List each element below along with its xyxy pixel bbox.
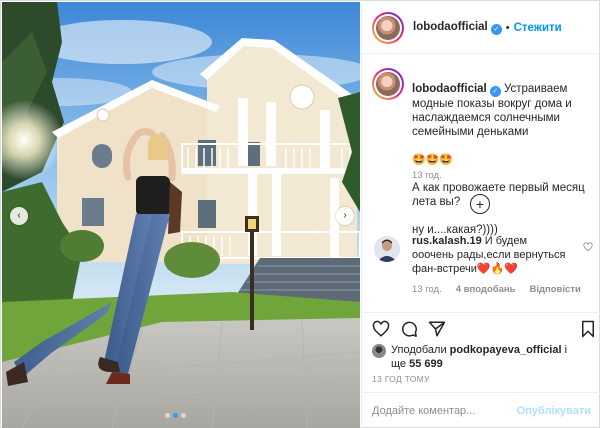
bookmark-icon[interactable] (579, 320, 597, 338)
post-photo[interactable]: ‹ › (2, 2, 360, 428)
carousel-indicator (165, 413, 186, 418)
likes-text: Уподобали podkopayeva_official і ще 55 6… (391, 343, 567, 371)
author-username[interactable]: lobodaofficial ✓ (413, 21, 502, 35)
post-actions (372, 320, 597, 340)
caption-line-2: А как провожаете первый месяц лета вы? (412, 182, 585, 208)
caption-emojis: 🤩🤩🤩 (412, 154, 454, 166)
carousel-dot-active (173, 413, 178, 418)
reply-button[interactable]: Відповісти (529, 284, 580, 295)
likes-summary: Уподобали podkopayeva_official і ще 55 6… (372, 343, 597, 371)
load-more-comments-button[interactable]: + (470, 194, 490, 214)
publish-button[interactable]: Опублікувати (517, 405, 591, 417)
caption-timestamp[interactable]: 13 год. (412, 170, 442, 181)
caption-text: lobodaofficial ✓ Устраиваем модные показы… (412, 68, 597, 139)
likes-middle: і (561, 344, 568, 356)
author-avatar[interactable] (372, 11, 404, 44)
post-dialog: ‹ › lobodaofficial ✓ • Стежити lobodaoff… (0, 0, 600, 428)
post-date[interactable]: 13 ГОД ТОМУ (372, 374, 430, 384)
house-photo-illustration (2, 2, 360, 428)
carousel-prev-button[interactable]: ‹ (10, 207, 28, 225)
comment-item: rus.kalash.19 И будем ооочень рады,если … (372, 234, 597, 295)
comment-likes-count[interactable]: 4 вподобань (456, 284, 516, 295)
share-send-icon[interactable] (428, 320, 446, 338)
caption-username[interactable]: lobodaofficial (412, 83, 487, 95)
carousel-next-button[interactable]: › (336, 207, 354, 225)
comment-text: rus.kalash.19 И будем ооочень рады,если … (412, 234, 567, 276)
caption-avatar[interactable] (372, 68, 404, 100)
liker-username[interactable]: podkopayeva_official (450, 344, 562, 356)
plus-icon: + (475, 196, 485, 212)
chevron-left-icon: ‹ (17, 210, 21, 221)
likes-line2-prefix: ще (391, 358, 407, 370)
comment-timestamp[interactable]: 13 год. (412, 284, 442, 295)
post-side-panel: lobodaofficial ✓ • Стежити lobodaofficial… (361, 2, 600, 428)
verified-badge-icon: ✓ (490, 23, 502, 35)
likes-count[interactable]: 55 699 (409, 358, 443, 370)
liker-avatar[interactable] (372, 344, 386, 358)
commenter-avatar[interactable] (374, 236, 400, 262)
add-comment-bar: Опублікувати (362, 392, 600, 428)
post-caption: lobodaofficial ✓ Устраиваем модные показы… (372, 68, 597, 251)
comment-bubble-icon[interactable] (400, 320, 418, 338)
divider (362, 312, 600, 313)
follow-button[interactable]: Стежити (514, 22, 562, 34)
carousel-dot (165, 413, 170, 418)
comment-like-heart-icon[interactable] (583, 242, 593, 252)
likes-prefix: Уподобали (391, 344, 447, 356)
carousel-dot (181, 413, 186, 418)
comment-emojis: ❤️🔥❤️ (476, 263, 519, 275)
verified-badge-icon: ✓ (489, 86, 501, 97)
post-header: lobodaofficial ✓ • Стежити (362, 2, 600, 54)
like-heart-icon[interactable] (372, 320, 390, 338)
comment-meta: 13 год. 4 вподобань Відповісти (412, 284, 581, 295)
comment-input[interactable] (372, 404, 517, 417)
header-separator: • (505, 21, 510, 34)
chevron-right-icon: › (343, 210, 347, 221)
commenter-username[interactable]: rus.kalash.19 (412, 235, 482, 247)
